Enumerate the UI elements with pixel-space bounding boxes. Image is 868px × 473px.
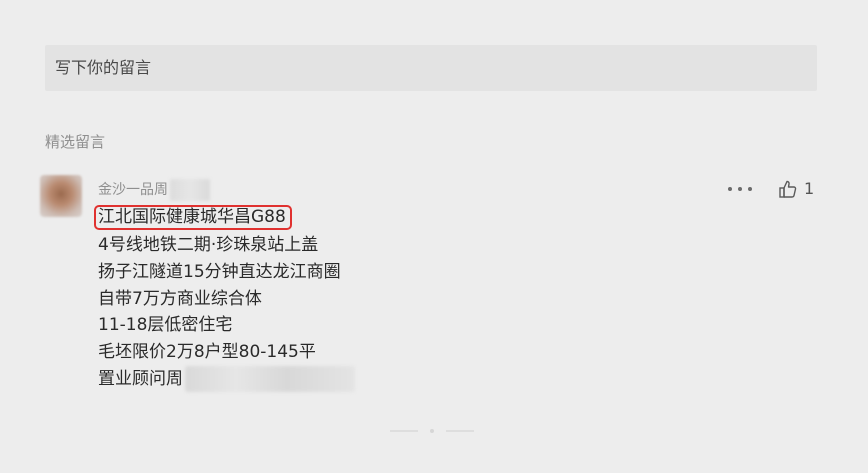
comment-input-placeholder: 写下你的留言 (55, 58, 152, 77)
comment-line: 4号线地铁二期·珍珠泉站上盖 (98, 235, 319, 255)
like-button[interactable]: 1 (778, 177, 814, 201)
divider (390, 430, 418, 432)
comment-content: 江北国际健康城华昌G88 4号线地铁二期·珍珠泉站上盖 扬子江隧道15分钟直达龙… (94, 205, 498, 393)
comment-input[interactable]: 写下你的留言 (45, 45, 817, 91)
divider (446, 430, 474, 432)
redacted-contact (185, 365, 355, 392)
comment-item: 金沙一品周 1 江北国际健康城华昌G88 4号线地铁二期·珍珠泉站上盖 扬子江隧… (40, 175, 830, 405)
dot (430, 429, 434, 433)
comment-line-highlighted: 江北国际健康城华昌G88 (94, 205, 292, 230)
redacted-name (170, 179, 210, 201)
more-dots-icon[interactable] (728, 181, 752, 197)
like-count: 1 (804, 179, 815, 198)
comment-author-name: 金沙一品周 (98, 182, 168, 198)
featured-comments-title: 精选留言 (45, 133, 106, 151)
contact-label: 置业顾问周 (98, 368, 183, 389)
comments-page: 写下你的留言 精选留言 金沙一品周 1 江北国际健康城华昌G88 4号线地铁二期… (0, 0, 868, 473)
dot (728, 187, 732, 191)
comment-line: 11-18层低密住宅 (98, 315, 233, 336)
loading-indicator (390, 428, 474, 434)
comment-line: 自带7万方商业综合体 (98, 288, 262, 309)
thumbs-up-icon (779, 180, 797, 198)
comment-line: 毛坯限价2万8户型80-145平 (98, 342, 316, 363)
avatar[interactable] (40, 175, 82, 217)
comment-line: 扬子江隧道15分钟直达龙江商圈 (98, 261, 341, 282)
dot (738, 187, 742, 191)
dot (748, 187, 752, 191)
comment-author-row: 金沙一品周 (98, 177, 210, 203)
comment-line-contact: 置业顾问周 (98, 365, 498, 393)
